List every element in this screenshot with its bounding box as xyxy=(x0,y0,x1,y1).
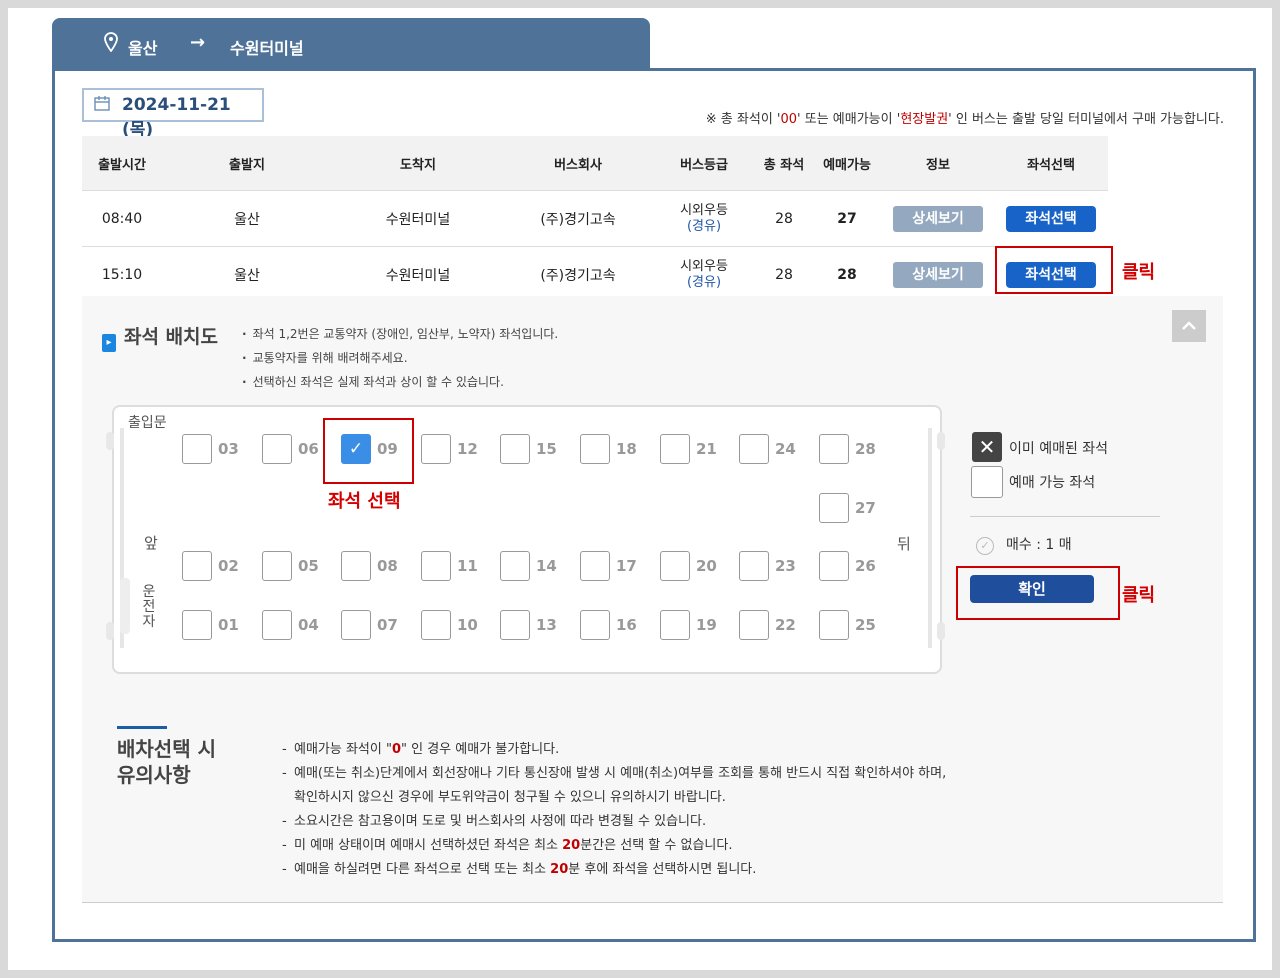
layout-edge xyxy=(937,622,945,640)
header-destination: 도착지 xyxy=(332,136,504,191)
table-row: 08:40 울산 수원터미널 (주)경기고속 시외우등 (경유) 28 27 상세… xyxy=(82,190,1108,247)
caution-title: 배차선택 시 유의사항 xyxy=(117,737,216,787)
play-icon: ▸ xyxy=(102,334,116,352)
check-circle-icon: ✓ xyxy=(976,537,994,555)
departure-time: 15:10 xyxy=(82,246,162,303)
legend-available-label: 예매 가능 좌석 xyxy=(1009,475,1096,491)
layout-rail-right xyxy=(928,428,932,648)
company: (주)경기고속 xyxy=(504,246,652,303)
header-seat-select: 좌석선택 xyxy=(994,136,1108,191)
highlight-confirm-button xyxy=(956,566,1120,620)
legend-available-box xyxy=(971,466,1003,498)
bus-grade: 시외우등 (경유) xyxy=(652,190,756,247)
annotation-seat-select: 좌석 선택 xyxy=(328,491,401,512)
origin: 울산 xyxy=(162,246,332,303)
front-label: 앞 xyxy=(144,534,158,552)
legend-reserved-label: 이미 예매된 좌석 xyxy=(1009,441,1109,457)
detail-button[interactable]: 상세보기 xyxy=(893,205,983,232)
driver-area xyxy=(120,578,130,634)
route-from: 울산 xyxy=(128,39,158,58)
caution-item: 예매을 하실려면 다른 좌석으로 선택 또는 최소 20분 후에 좌석을 선택하… xyxy=(282,858,946,882)
date-display: 2024-11-21 (목) xyxy=(82,88,264,140)
header-grade: 버스등급 xyxy=(652,136,756,191)
route-tab: 울산 → 수원터미널 xyxy=(52,18,650,70)
back-label: 뒤 xyxy=(897,535,911,553)
note-item: 선택하신 좌석은 실제 좌석과 상이 할 수 있습니다. xyxy=(242,370,558,394)
entrance-label: 출입문 xyxy=(128,415,167,431)
available-seats: 28 xyxy=(812,246,882,303)
close-icon: ✕ xyxy=(972,432,1002,462)
caution-item: 예매(또는 취소)단계에서 회선장애나 기타 통신장애 발생 시 예매(취소)여… xyxy=(282,762,946,786)
table-header-row: 출발시간 출발지 도착지 버스회사 버스등급 총 좌석 예매가능 정보 좌석선택 xyxy=(82,136,1108,191)
driver-label: 운전자 xyxy=(142,584,156,630)
annotation-click: 클릭 xyxy=(1122,262,1156,283)
header-info: 정보 xyxy=(882,136,994,191)
layout-edge xyxy=(106,622,114,640)
route-arrow-icon: → xyxy=(190,32,206,53)
layout-edge xyxy=(937,432,945,450)
bus-schedule-table: 출발시간 출발지 도착지 버스회사 버스등급 총 좌석 예매가능 정보 좌석선택… xyxy=(82,136,1108,303)
total-seats: 28 xyxy=(756,246,812,303)
destination: 수원터미널 xyxy=(332,190,504,247)
seatmap-notes: 좌석 1,2번은 교통약자 (장애인, 임산부, 노약자) 좌석입니다. 교통약… xyxy=(242,322,559,394)
caution-item: 미 예매 상태이며 예매시 선택하셨던 좌석은 최소 20분간은 선택 할 수 … xyxy=(282,834,946,858)
layout-edge xyxy=(106,432,114,450)
highlight-seat-select-button xyxy=(995,246,1113,294)
caution-accent-bar xyxy=(117,726,167,729)
ticket-count: ✓ 매수 : 1 매 xyxy=(976,534,1072,555)
total-seats: 28 xyxy=(756,190,812,247)
onsite-ticket-notice: ※ 총 좌석이 '00' 또는 예매가능이 '현장발권' 인 버스는 출발 당일… xyxy=(705,112,1224,127)
table-row: 15:10 울산 수원터미널 (주)경기고속 시외우등 (경유) 28 28 상세… xyxy=(82,246,1108,303)
chevron-up-icon[interactable] xyxy=(1172,310,1206,342)
date-text: 2024-11-21 (목) xyxy=(122,95,231,140)
location-pin-icon xyxy=(104,32,118,56)
calendar-icon xyxy=(94,95,110,116)
seat-select-button[interactable]: 좌석선택 xyxy=(1006,205,1096,232)
company: (주)경기고속 xyxy=(504,190,652,247)
note-item: 교통약자를 위해 배려해주세요. xyxy=(242,346,558,370)
header-available: 예매가능 xyxy=(812,136,882,191)
bus-grade: 시외우등 (경유) xyxy=(652,246,756,303)
destination: 수원터미널 xyxy=(332,246,504,303)
header-origin: 출발지 xyxy=(162,136,332,191)
route-to: 수원터미널 xyxy=(230,39,304,58)
header-company: 버스회사 xyxy=(504,136,652,191)
caution-list: 예매가능 좌석이 "0" 인 경우 예매가 불가합니다. 예매(또는 취소)단계… xyxy=(282,738,946,882)
available-seats: 27 xyxy=(812,190,882,247)
departure-time: 08:40 xyxy=(82,190,162,247)
caution-item: 예매가능 좌석이 "0" 인 경우 예매가 불가합니다. xyxy=(282,738,946,762)
caution-item: 소요시간은 참고용이며 도로 및 버스회사의 사정에 따라 변경될 수 있습니다… xyxy=(282,810,946,834)
header-total-seats: 총 좌석 xyxy=(756,136,812,191)
detail-button[interactable]: 상세보기 xyxy=(893,261,983,288)
origin: 울산 xyxy=(162,190,332,247)
caution-item-continued: 확인하시지 않으신 경우에 부도위약금이 청구될 수 있으니 유의하시기 바랍니… xyxy=(294,790,726,805)
header-departure-time: 출발시간 xyxy=(82,136,162,191)
legend-divider xyxy=(970,516,1160,517)
note-item: 좌석 1,2번은 교통약자 (장애인, 임산부, 노약자) 좌석입니다. xyxy=(242,322,559,346)
highlight-selected-seat xyxy=(323,418,414,484)
annotation-click: 클릭 xyxy=(1122,585,1156,606)
seatmap-title: ▸ 좌석 배치도 xyxy=(102,322,218,352)
